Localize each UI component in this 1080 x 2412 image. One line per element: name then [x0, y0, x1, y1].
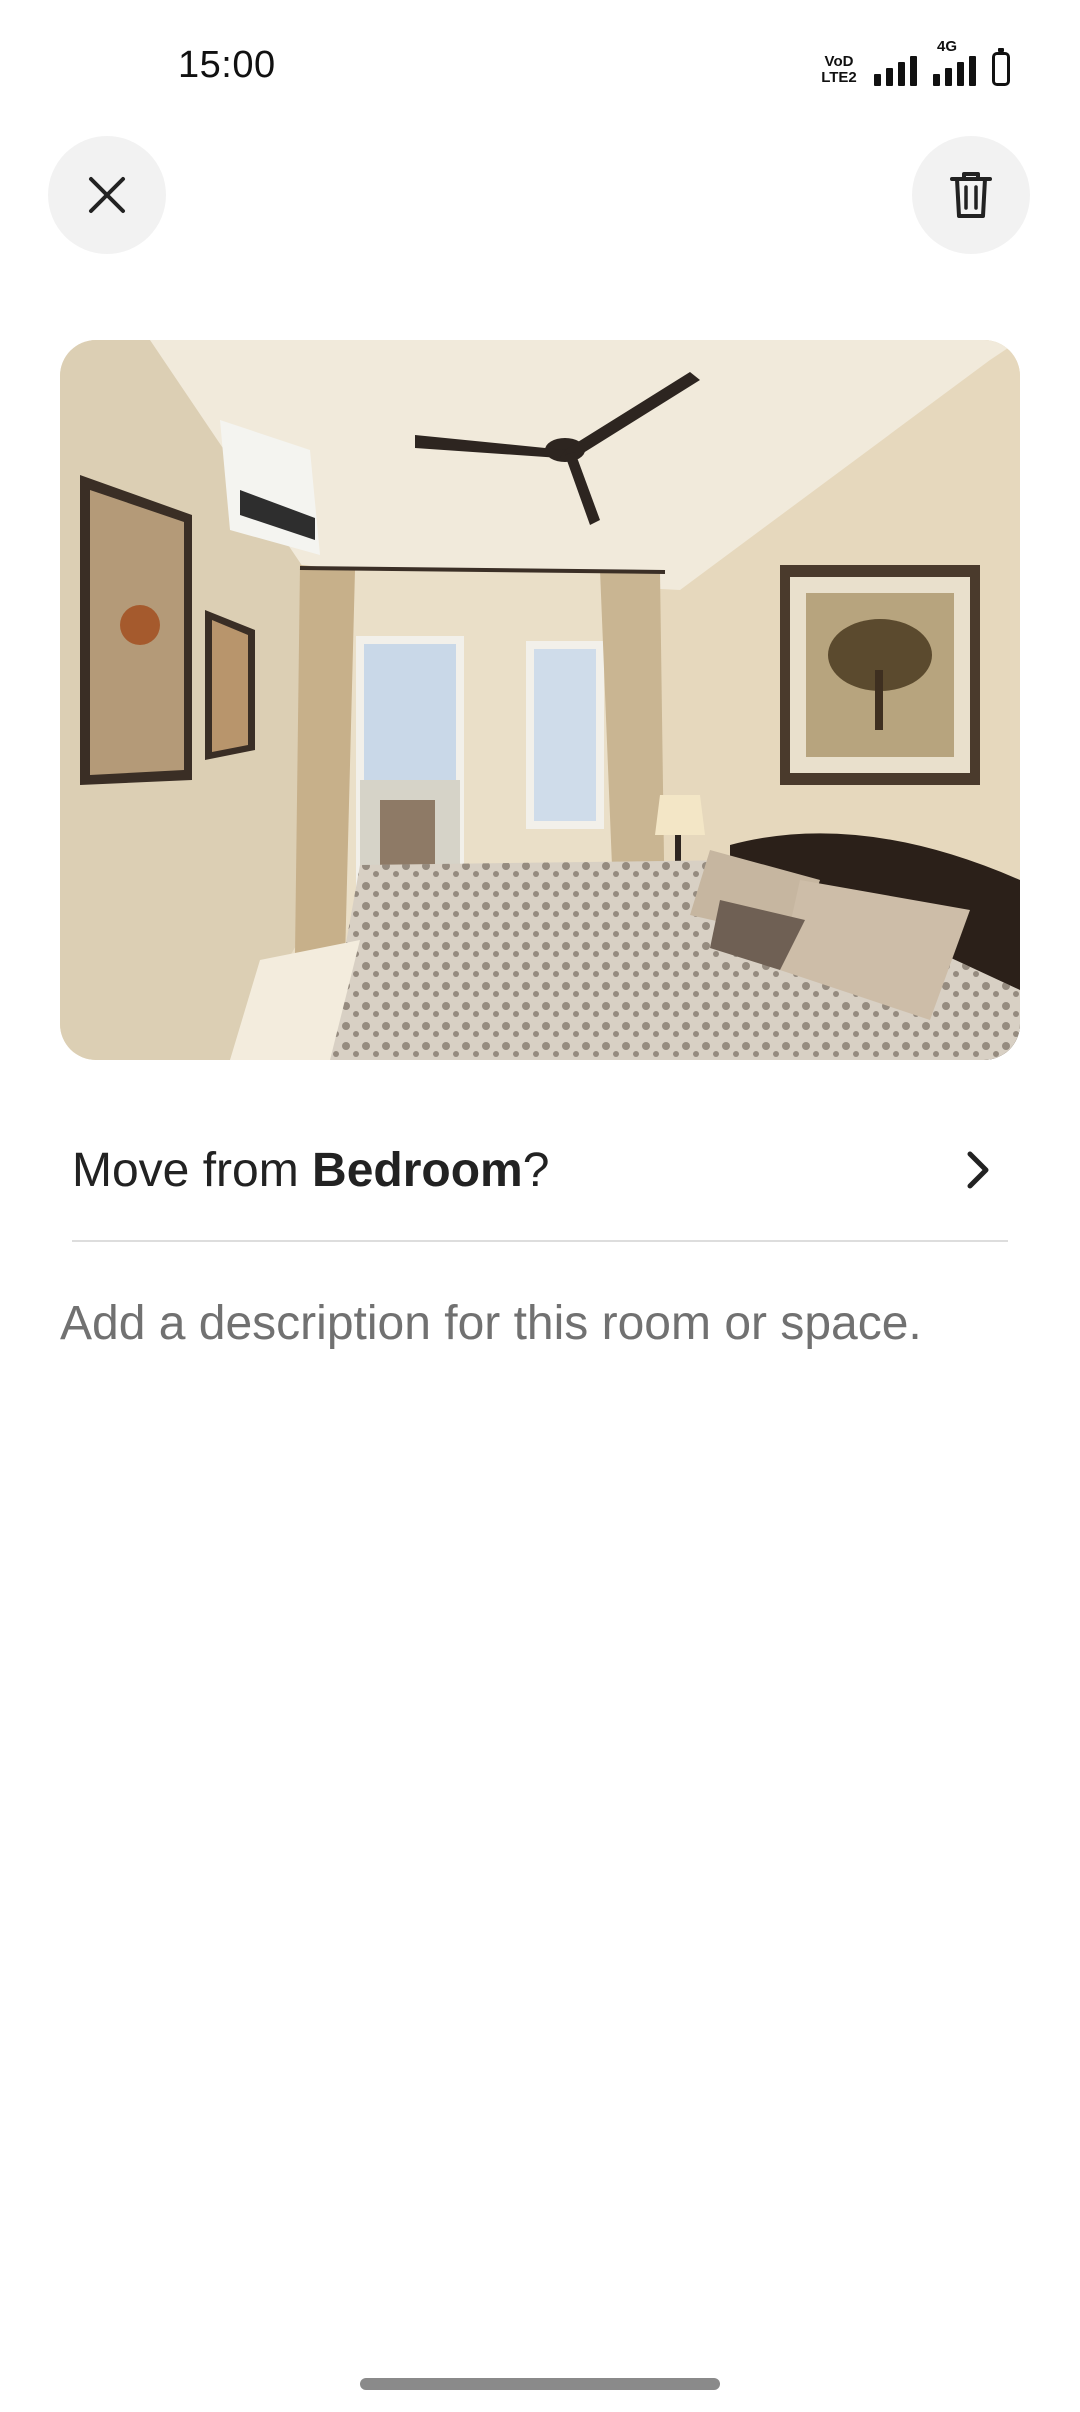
- current-room-name: Bedroom: [312, 1143, 523, 1197]
- close-button[interactable]: [48, 136, 166, 254]
- status-icons: VoD LTE2 4G: [820, 38, 1010, 86]
- network-type-label: 4G: [937, 38, 958, 55]
- signal-4g-icon: 4G: [933, 38, 976, 86]
- move-room-row[interactable]: Move from Bedroom?: [72, 1100, 1008, 1242]
- bedroom-photo-image: [60, 340, 1020, 1060]
- delete-button[interactable]: [912, 136, 1030, 254]
- room-description-input[interactable]: [60, 1296, 1020, 1351]
- room-photo[interactable]: [60, 340, 1020, 1060]
- trash-icon: [950, 172, 992, 218]
- photo-detail-screen: 15:00 VoD LTE2 4G Move from Bedroom? Add…: [0, 0, 1080, 2412]
- move-suffix: ?: [522, 1143, 550, 1197]
- close-icon: [89, 177, 125, 213]
- volte-icon: VoD LTE2: [821, 53, 857, 86]
- chevron-right-icon: [967, 1151, 989, 1189]
- battery-icon: [992, 48, 1010, 86]
- home-indicator[interactable]: [360, 2378, 720, 2390]
- status-bar: 15:00 VoD LTE2 4G: [0, 0, 1080, 130]
- move-room-label: Move from Bedroom?: [72, 1143, 549, 1198]
- status-time: 15:00: [178, 44, 276, 86]
- move-prefix: Move from: [72, 1143, 313, 1197]
- signal-icon: [874, 54, 917, 86]
